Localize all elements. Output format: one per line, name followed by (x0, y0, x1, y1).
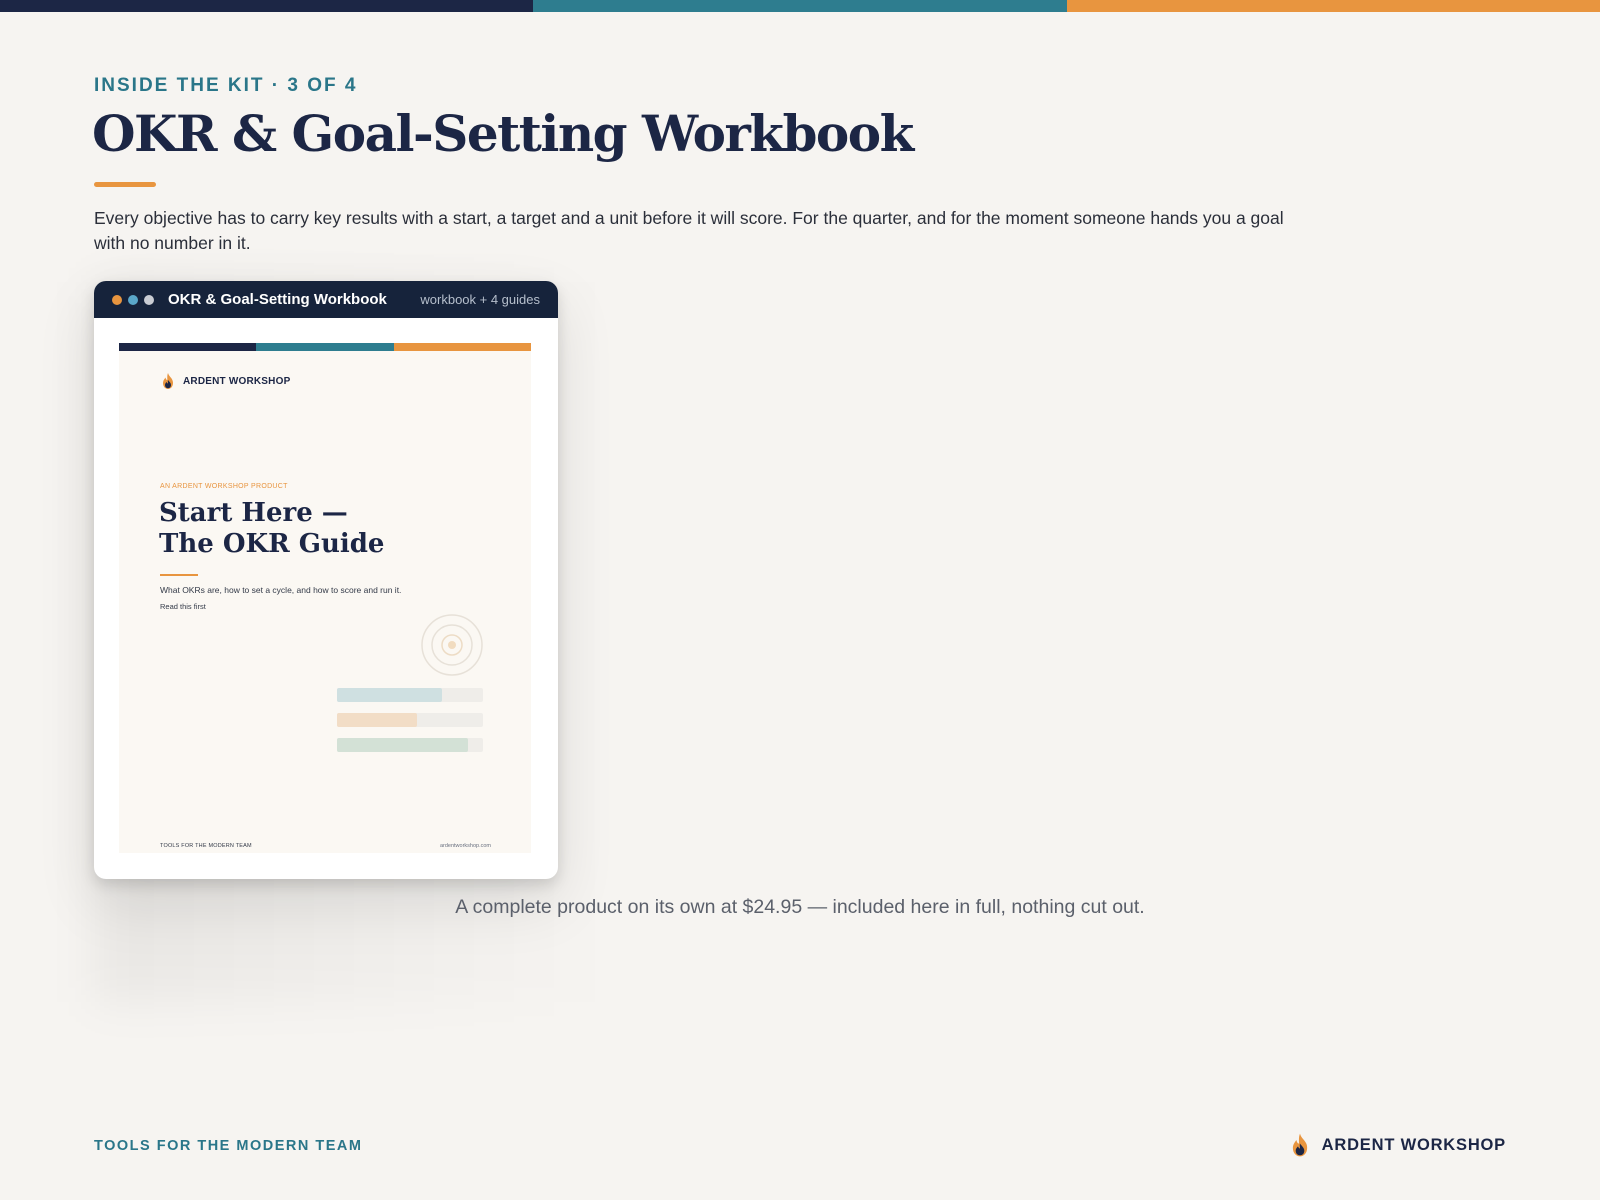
stripe-teal (533, 0, 1067, 12)
footer-brand-name: ARDENT WORKSHOP (1321, 1135, 1506, 1154)
window-dot-blue (128, 294, 138, 305)
doc-progress-track (337, 713, 483, 727)
flame-logo-icon (1292, 1133, 1307, 1157)
flame-logo-icon (163, 373, 173, 389)
target-icon (421, 614, 483, 676)
doc-title: Start Here — The OKR Guide (159, 498, 489, 560)
price-caption-text: A complete product on its own at $24.95 … (455, 896, 1145, 918)
intro-paragraph: Every objective has to carry key results… (94, 208, 1284, 253)
section-kicker: INSIDE THE KIT · 3 OF 4 (94, 75, 358, 96)
doc-progress-bars (337, 688, 483, 763)
stripe-orange (1066, 0, 1600, 12)
top-color-stripe (0, 0, 1600, 12)
footer-tagline: TOOLS FOR THE MODERN TEAM (94, 1138, 363, 1154)
window-dot-orange (112, 294, 122, 305)
document-preview: ARDENT WORKSHOP AN ARDENT WORKSHOP PRODU… (119, 343, 531, 853)
card-contents-tag: workbook + 4 guides (420, 292, 540, 307)
product-preview-card: OKR & Goal-Setting Workbook workbook + 4… (94, 281, 558, 879)
card-title-bar: OKR & Goal-Setting Workbook workbook + 4… (94, 281, 558, 318)
doc-title-line-1: Start Here — (159, 498, 348, 528)
doc-brand-name: ARDENT WORKSHOP (183, 375, 291, 387)
price-caption: A complete product on its own at $24.95 … (0, 896, 1600, 919)
doc-brand: ARDENT WORKSHOP (161, 373, 290, 389)
doc-description: What OKRs are, how to set a cycle, and h… (160, 585, 402, 595)
doc-progress-fill (337, 688, 443, 702)
doc-progress-fill (337, 713, 418, 727)
doc-progress-track (337, 688, 483, 702)
doc-kicker: AN ARDENT WORKSHOP PRODUCT (160, 483, 288, 490)
doc-title-line-2: The OKR Guide (159, 529, 385, 559)
doc-footer-tagline: TOOLS FOR THE MODERN TEAM (160, 843, 252, 849)
doc-color-stripe (119, 343, 531, 351)
doc-note: Read this first (160, 602, 206, 611)
doc-progress-fill (337, 738, 469, 752)
footer-brand: ARDENT WORKSHOP (1290, 1133, 1506, 1157)
doc-title-underline (160, 574, 198, 576)
doc-footer-url: ardentworkshop.com (439, 843, 491, 849)
card-title: OKR & Goal-Setting Workbook (168, 291, 387, 308)
window-dot-grey (144, 294, 154, 305)
doc-progress-track (337, 738, 483, 752)
title-underline (94, 182, 156, 187)
page-title: OKR & Goal-Setting Workbook (92, 104, 914, 163)
stripe-navy (0, 0, 534, 12)
